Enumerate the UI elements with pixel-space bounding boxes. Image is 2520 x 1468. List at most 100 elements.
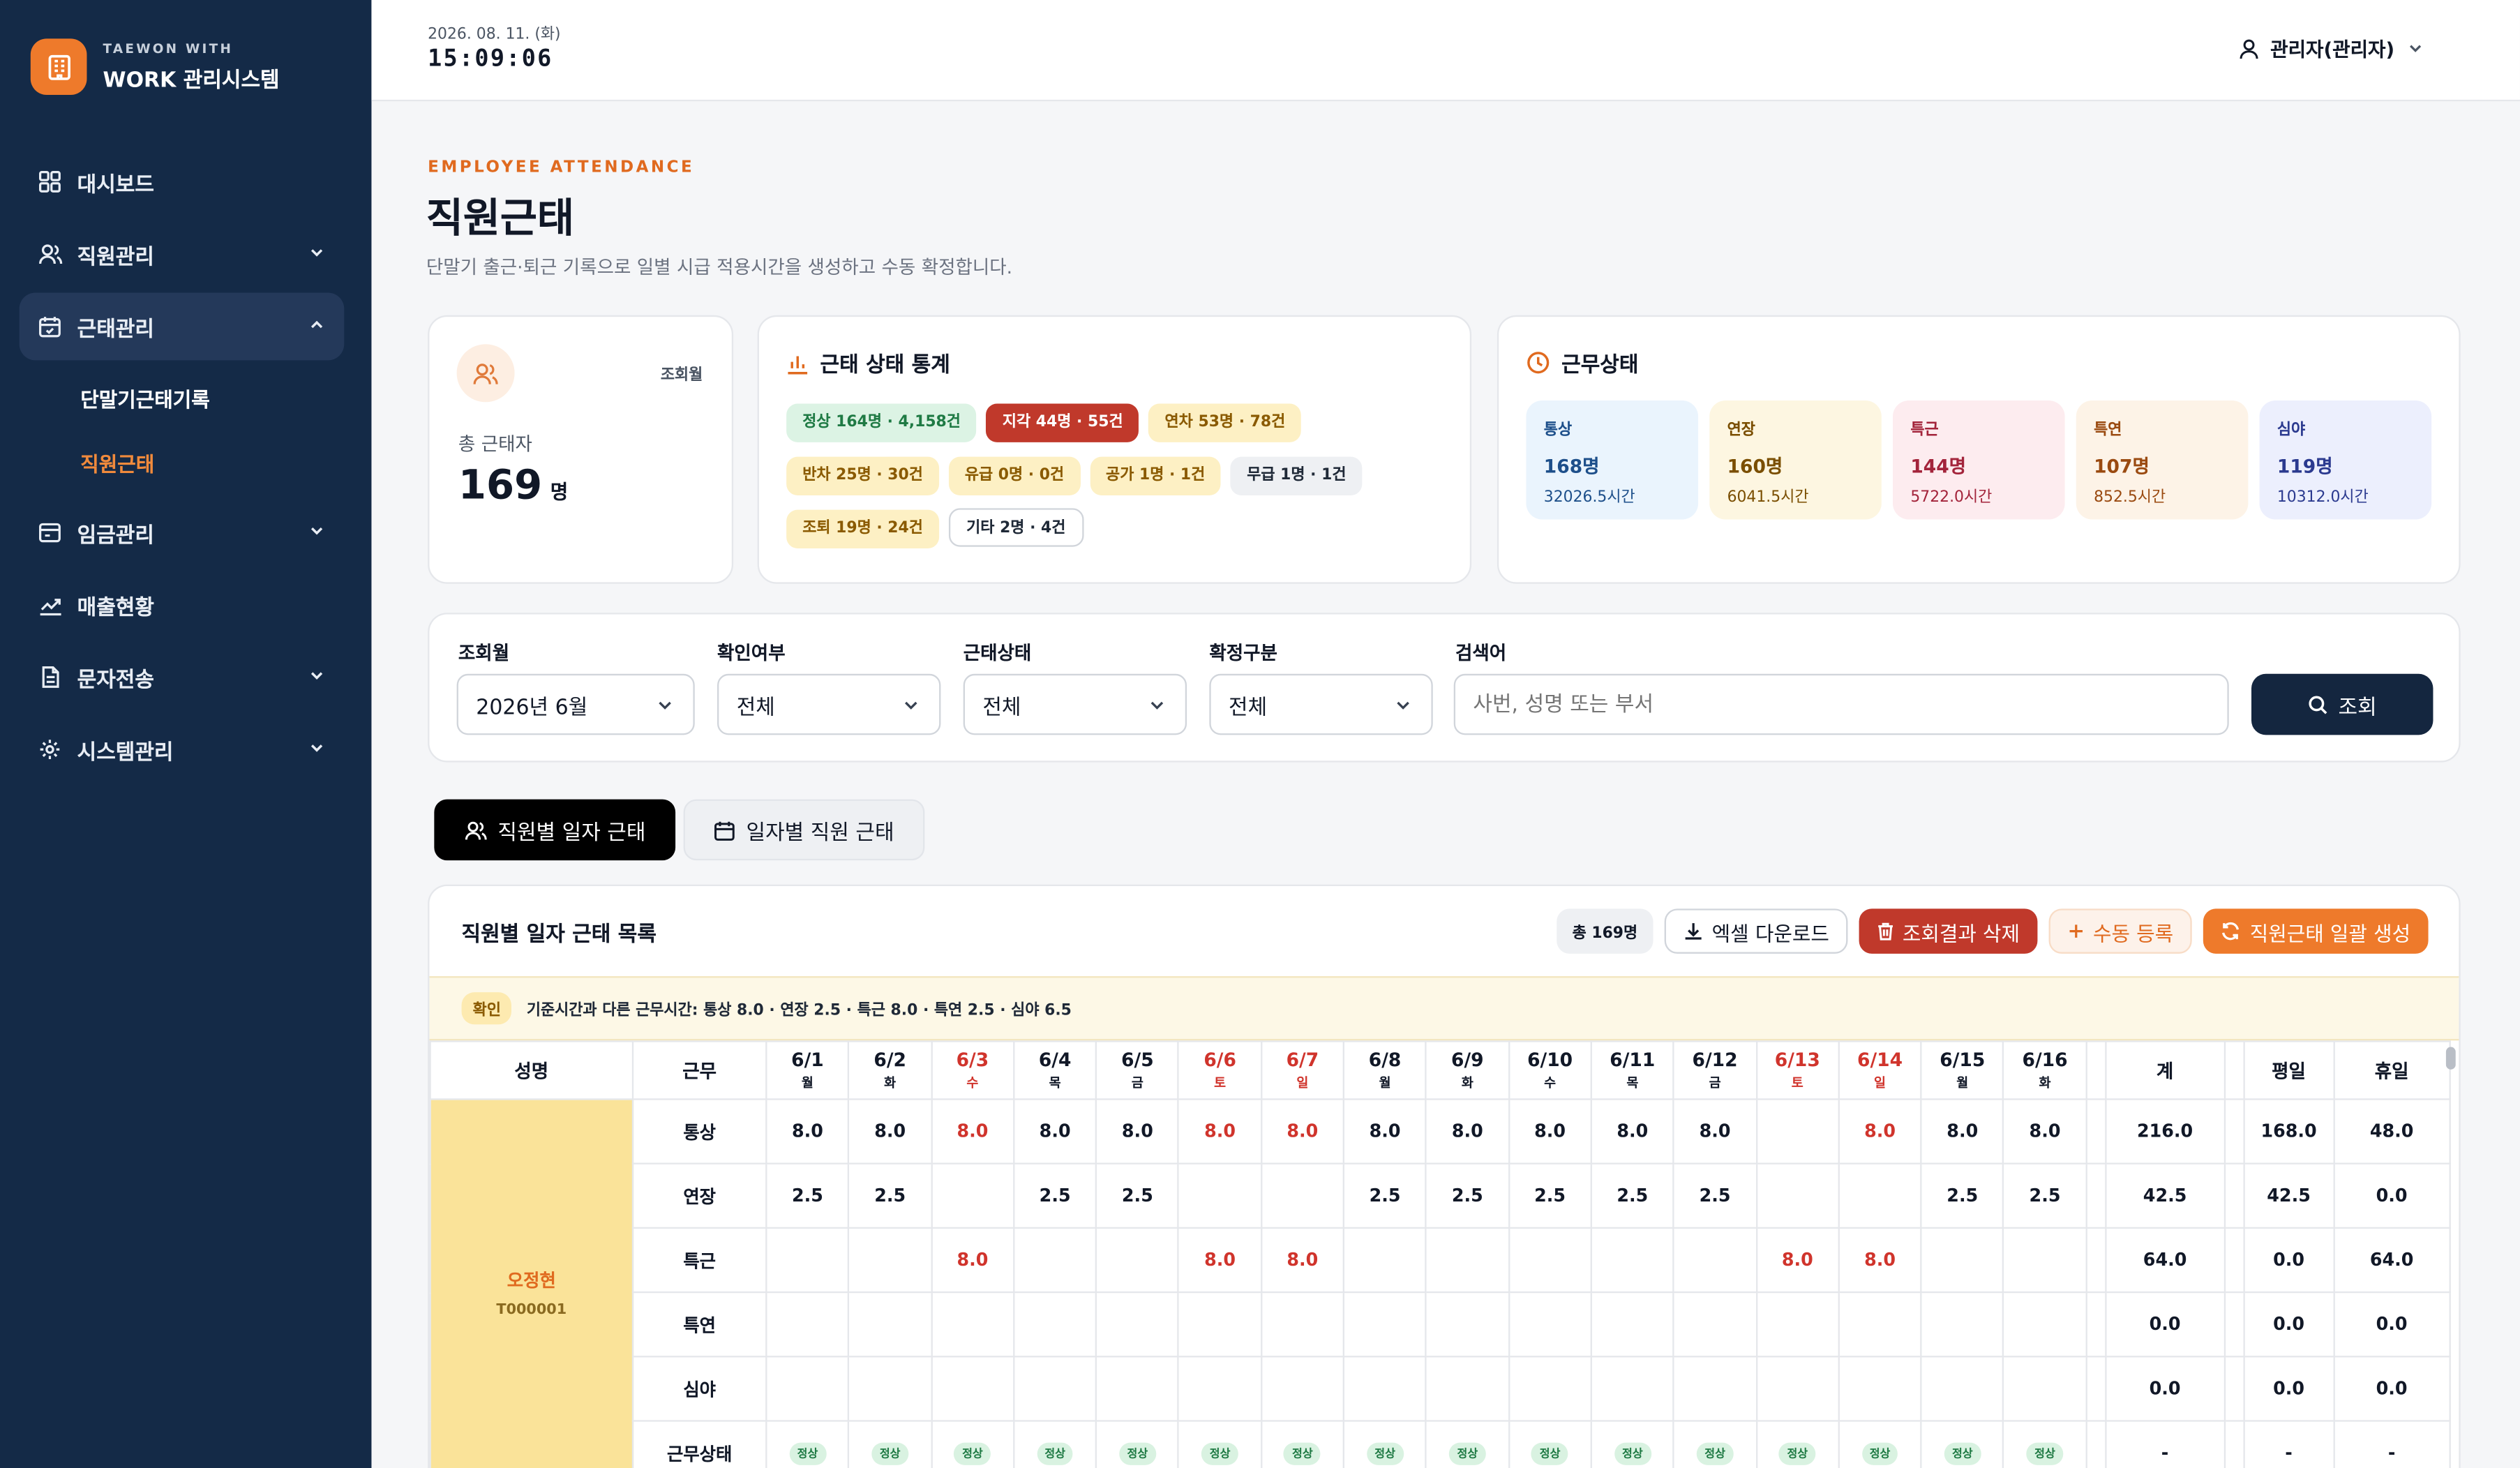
sidebar-item-sms[interactable]: 문자전송 [20, 643, 345, 711]
hours-cell [1095, 1227, 1180, 1294]
work-status-item: 특근 144명 5722.0시간 [1892, 400, 2065, 520]
sidebar-subitem-terminal[interactable]: 단말기근태기록 [20, 365, 345, 429]
weekday-cell: - [2242, 1420, 2335, 1468]
sidebar-item-dashboard[interactable]: 대시보드 [20, 148, 345, 216]
hours-cell: 2.5 [1672, 1162, 1757, 1229]
hours-cell [765, 1227, 850, 1294]
hours-cell [930, 1291, 1015, 1358]
hours-cell [1508, 1227, 1592, 1294]
column-header-day: 6/5 금 [1095, 1040, 1180, 1100]
hours-cell [1342, 1356, 1427, 1422]
status-cell: 정상 [1755, 1420, 1840, 1468]
total-count-badge: 총 169명 [1557, 908, 1653, 954]
excel-download-label: 엑셀 다운로드 [1711, 920, 1829, 945]
tab-label: 직원별 일자 근태 [497, 821, 646, 846]
user-menu[interactable]: 관리자(관리자) [2238, 36, 2424, 63]
month-select[interactable]: 2026년 6월 [456, 673, 695, 735]
download-icon [1683, 922, 1702, 941]
chevron-down-icon [902, 696, 920, 721]
hours-cell: 2.5 [848, 1162, 932, 1229]
stat-pill: 지각 44명 · 55건 [986, 403, 1139, 442]
tab-by-employee[interactable]: 직원별 일자 근태 [434, 799, 676, 861]
manual-register-label: 수동 등록 [2092, 920, 2174, 945]
hours-cell [1425, 1291, 1510, 1358]
total-cell: - [2104, 1420, 2226, 1468]
delete-results-label: 조회결과 삭제 [1902, 920, 2020, 945]
day-date: 6/6 [1203, 1048, 1236, 1072]
stat-pill: 무급 1명 · 1건 [1231, 456, 1363, 495]
day-date: 6/2 [873, 1048, 906, 1072]
users-icon [464, 819, 486, 840]
hours-cell [1178, 1162, 1262, 1229]
hours-cell [1672, 1227, 1757, 1294]
hours-cell: 2.5 [1508, 1162, 1592, 1229]
filter-fixed-label: 확정구분 [1209, 641, 1277, 664]
day-weekday: 목 [1626, 1076, 1639, 1091]
work-type-cell: 연장 [631, 1162, 767, 1229]
weekday-cell: 168.0 [2242, 1098, 2335, 1164]
work-status-item: 심야 119명 10312.0시간 [2259, 400, 2432, 520]
search-input[interactable] [1453, 673, 2229, 735]
tab-by-day[interactable]: 일자별 직원 근태 [683, 799, 925, 861]
work-status-title: 근무상태 [1561, 354, 1639, 378]
sidebar-item-sales[interactable]: 매출현황 [20, 571, 345, 638]
sidebar-item-label: 매출현황 [77, 596, 154, 620]
brand[interactable]: TAEWON WITH WORK 관리시스템 [30, 38, 280, 95]
hours-cell: 8.0 [1260, 1227, 1345, 1294]
column-header-day: 6/13 토 [1755, 1040, 1840, 1100]
sidebar-subitem-employee-attendance[interactable]: 직원근태 [20, 429, 345, 493]
status-cell: 정상 [1012, 1420, 1097, 1468]
status-cell: 정상 [930, 1420, 1015, 1468]
weekday-cell: 0.0 [2242, 1227, 2335, 1294]
delete-results-button[interactable]: 조회결과 삭제 [1859, 908, 2038, 954]
holiday-cell: 0.0 [2332, 1356, 2451, 1422]
hours-cell [1755, 1098, 1840, 1164]
fixed-select[interactable]: 전체 [1209, 673, 1433, 735]
column-header-day: 6/15 월 [1920, 1040, 2005, 1100]
hours-cell [930, 1356, 1015, 1422]
work-status-card: 근무상태 통상 168명 32026.5시간 연장 160명 6041.5시간 특근 144명… [1497, 315, 2461, 584]
search-icon [2308, 694, 2329, 715]
bulk-generate-button[interactable]: 직원근태 일괄 생성 [2203, 908, 2429, 954]
column-spacer [2085, 1162, 2106, 1229]
excel-download-button[interactable]: 엑셀 다운로드 [1664, 908, 1848, 954]
work-status-item: 통상 168명 32026.5시간 [1526, 400, 1699, 520]
hours-cell [930, 1162, 1015, 1229]
day-weekday: 일 [1874, 1076, 1887, 1091]
day-weekday: 화 [884, 1076, 897, 1091]
confirm-select[interactable]: 전체 [717, 673, 941, 735]
document-icon [37, 664, 63, 690]
work-status-hours: 852.5시간 [2094, 488, 2166, 507]
sidebar-item-label: 직원관리 [77, 245, 154, 270]
sidebar-item-label: 대시보드 [77, 172, 154, 197]
hours-cell [1095, 1291, 1180, 1358]
current-date: 2026. 08. 11. (화) [428, 25, 561, 44]
status-cell: 정상 [1178, 1420, 1262, 1468]
sidebar-item-wage[interactable]: 임금관리 [20, 499, 345, 567]
sidebar-item-attendance[interactable]: 근태관리 [19, 292, 345, 361]
users-icon [456, 344, 515, 403]
manual-register-button[interactable]: 수동 등록 [2048, 908, 2192, 954]
work-status-count: 168명 [1543, 455, 1600, 478]
hours-cell [1838, 1291, 1922, 1358]
hours-cell [2002, 1291, 2087, 1358]
hours-cell: 8.0 [1012, 1098, 1097, 1164]
employee-cell[interactable]: 오정현 T000001 [429, 1098, 634, 1468]
hours-cell [1920, 1291, 2005, 1358]
table-scrollbar-thumb[interactable] [2445, 1047, 2456, 1070]
column-header-day: 6/10 수 [1508, 1040, 1592, 1100]
filter-confirm-label: 확인여부 [717, 641, 786, 664]
status-select[interactable]: 전체 [963, 673, 1187, 735]
filter-search-label: 검색어 [1455, 641, 1507, 664]
status-badge: 정상 [1531, 1442, 1568, 1465]
stat-pill: 연차 53명 · 78건 [1148, 403, 1302, 442]
hours-cell: 2.5 [765, 1162, 850, 1229]
sidebar-item-employee[interactable]: 직원관리 [20, 220, 345, 288]
column-header-total: 계 [2104, 1040, 2226, 1100]
sidebar-item-system[interactable]: 시스템관리 [20, 716, 345, 784]
users-icon [37, 241, 63, 267]
search-button[interactable]: 조회 [2251, 673, 2433, 735]
wallet-icon [37, 520, 63, 546]
hours-cell [848, 1356, 932, 1422]
hours-cell: 2.5 [1920, 1162, 2005, 1229]
